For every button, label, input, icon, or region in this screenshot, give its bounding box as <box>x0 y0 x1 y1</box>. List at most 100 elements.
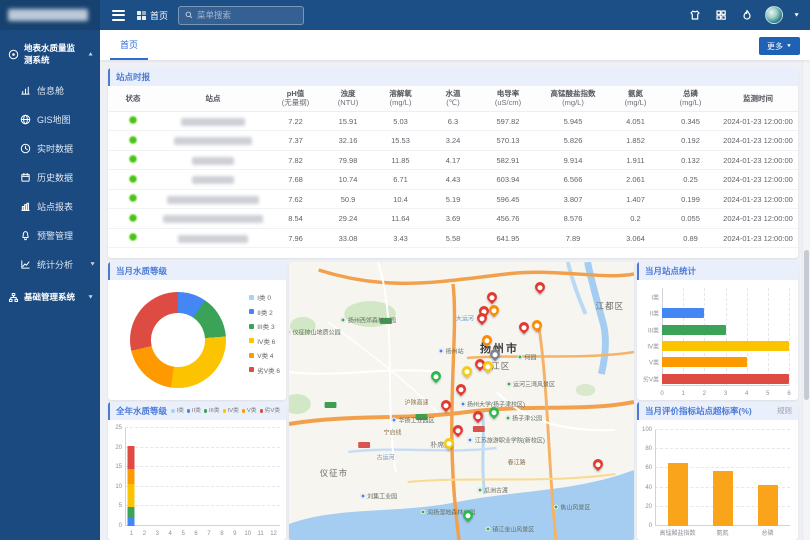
sidebar-item-站点报表[interactable]: 站点报表 <box>0 192 100 221</box>
cell: 7.82 <box>268 150 323 170</box>
map[interactable]: 扬州市江都区邗江区仪征市沪陕高速宁启线古运河大运河春江路扬州西郊森林公园仪征捺山… <box>289 262 634 540</box>
cell: 570.13 <box>478 131 538 151</box>
theme-skin-icon[interactable] <box>687 7 703 23</box>
annual-quality-title: 全年水质等级 <box>116 402 167 420</box>
sidebar-section-0[interactable]: 地表水质量监测系统▲ <box>0 30 100 76</box>
cell: 5.19 <box>428 189 478 209</box>
exceed-rate-panel: 当月评价指标站点超标率(%) 规则 020406080100高锰酸盐指数氨氮总磷 <box>637 402 798 540</box>
monthly-station-panel: 当月站点统计 0123456I类II类III类IV类V类劣V类 <box>637 262 798 400</box>
cell: 6.3 <box>428 111 478 131</box>
sidebar-item-统计分析[interactable]: 统计分析 ▼ <box>0 250 100 279</box>
chevron-down-icon: ▼ <box>89 262 96 268</box>
cell: 5.945 <box>538 111 608 131</box>
site-name-redacted <box>181 118 245 126</box>
chevron-down-icon: ▼ <box>786 44 792 49</box>
monthly-station-title: 当月站点统计 <box>645 262 696 280</box>
cell: 0.2 <box>608 209 663 229</box>
exceed-rules-link[interactable]: 规则 <box>777 402 792 420</box>
breadcrumb[interactable]: 首页 <box>137 9 168 22</box>
cell: 8.576 <box>538 209 608 229</box>
base-system-icon <box>8 292 19 303</box>
bottom-grid: 当月水质等级 I类 0II类 2III类 3IV类 6V类 4劣V类 6 全年水… <box>108 262 798 540</box>
layout-component-icon[interactable] <box>713 7 729 23</box>
bar-氨氮 <box>713 471 733 526</box>
menu-toggle-icon[interactable] <box>110 8 127 23</box>
column-header-pH值: pH值(无量纲) <box>268 86 323 111</box>
app-logo <box>0 0 100 30</box>
search-icon <box>185 11 193 19</box>
monthly-station-chart: 0123456I类II类III类IV类V类劣V类 <box>637 280 798 400</box>
menu-search-input[interactable] <box>197 10 297 20</box>
cell: 7.89 <box>538 228 608 248</box>
more-label: 更多 <box>767 41 783 52</box>
monthly-quality-header: 当月水质等级 <box>108 262 286 280</box>
user-menu-caret-icon[interactable]: ▼ <box>793 12 800 18</box>
legend-item: II类 <box>187 402 201 420</box>
right-column: 当月站点统计 0123456I类II类III类IV类V类劣V类 当月评价指标站点… <box>637 262 798 540</box>
sidebar-section-label: 基础管理系统 <box>24 291 75 303</box>
sidebar-item-label: 信息舱 <box>37 84 64 97</box>
cell: 10.4 <box>373 189 428 209</box>
site-name-redacted <box>167 196 259 204</box>
table-row: 7.6810.746.714.43603.946.5662.0610.25202… <box>108 170 798 190</box>
sidebar-section-1[interactable]: 基础管理系统 ▼ <box>0 279 100 313</box>
cell: 2024-01-23 12:00:00 <box>718 209 798 229</box>
cell: 603.94 <box>478 170 538 190</box>
sidebar-item-GIS地图[interactable]: GIS地图 <box>0 105 100 134</box>
cell: 0.199 <box>663 189 718 209</box>
cell: 15.91 <box>323 111 373 131</box>
tab-home[interactable]: 首页 <box>110 38 148 60</box>
station-report-header: 站点时报 <box>108 68 798 86</box>
cell: 4.17 <box>428 150 478 170</box>
cell: 2024-01-23 12:00:00 <box>718 131 798 151</box>
sidebar-item-实时数据[interactable]: 实时数据 <box>0 134 100 163</box>
flame-icon[interactable] <box>739 7 755 23</box>
legend-item: I类 <box>171 402 183 420</box>
cell: 5.826 <box>538 131 608 151</box>
donut-legend: I类 0II类 2III类 3IV类 6V类 4劣V类 6 <box>249 292 280 375</box>
site-name-redacted <box>174 137 252 145</box>
cell: 456.76 <box>478 209 538 229</box>
column-header-总磷: 总磷(mg/L) <box>663 86 718 111</box>
column-header-浊度: 浊度(NTU) <box>323 86 373 111</box>
cell: 2024-01-23 12:00:00 <box>718 150 798 170</box>
cell: 597.82 <box>478 111 538 131</box>
cell: 7.68 <box>268 170 323 190</box>
legend-item: 劣V类 <box>260 402 280 420</box>
column-header-高锰酸盐指数: 高锰酸盐指数(mg/L) <box>538 86 608 111</box>
bar-II类 <box>662 308 704 318</box>
status-ok-dot <box>129 155 137 163</box>
left-column: 当月水质等级 I类 0II类 2III类 3IV类 6V类 4劣V类 6 全年水… <box>108 262 286 540</box>
sidebar-item-历史数据[interactable]: 历史数据 <box>0 163 100 192</box>
bar-总磷 <box>758 485 778 526</box>
monthly-station-header: 当月站点统计 <box>637 262 798 280</box>
cell: 3.69 <box>428 209 478 229</box>
cell: 1.852 <box>608 131 663 151</box>
scrollbar-thumb[interactable] <box>804 250 809 400</box>
more-button[interactable]: 更多 ▼ <box>759 37 800 55</box>
annual-quality-header: 全年水质等级 I类II类III类IV类V类劣V类 <box>108 402 286 420</box>
monthly-quality-title: 当月水质等级 <box>116 262 167 280</box>
monthly-quality-chart: I类 0II类 2III类 3IV类 6V类 4劣V类 6 <box>108 280 286 400</box>
vertical-scrollbar[interactable] <box>802 60 810 540</box>
chevron-down-icon: ▼ <box>87 294 94 300</box>
main-area: 首页 ▼ 首页 更多 ▼ <box>100 0 810 540</box>
cell: 3.807 <box>538 189 608 209</box>
sidebar-item-label: 实时数据 <box>37 142 73 155</box>
site-name-redacted <box>163 215 263 223</box>
sidebar-item-预警管理[interactable]: 预警管理 <box>0 221 100 250</box>
sidebar-item-label: 预警管理 <box>37 229 73 242</box>
cell: 0.25 <box>663 170 718 190</box>
user-avatar[interactable] <box>765 6 783 24</box>
monitor-system-icon <box>8 49 19 60</box>
cell: 5.03 <box>373 111 428 131</box>
cell: 0.192 <box>663 131 718 151</box>
column-header-站点: 站点 <box>158 86 268 111</box>
stats-analysis-icon <box>20 259 31 270</box>
sidebar-item-label: 统计分析 <box>37 258 73 271</box>
table-body: 7.2215.915.036.3597.825.9454.0510.345202… <box>108 111 798 248</box>
menu-search[interactable] <box>178 6 304 25</box>
app-root: 地表水质量监测系统▲信息舱GIS地图实时数据历史数据站点报表预警管理统计分析▼基… <box>0 0 810 540</box>
status-ok-dot <box>129 214 137 222</box>
sidebar-item-信息舱[interactable]: 信息舱 <box>0 76 100 105</box>
